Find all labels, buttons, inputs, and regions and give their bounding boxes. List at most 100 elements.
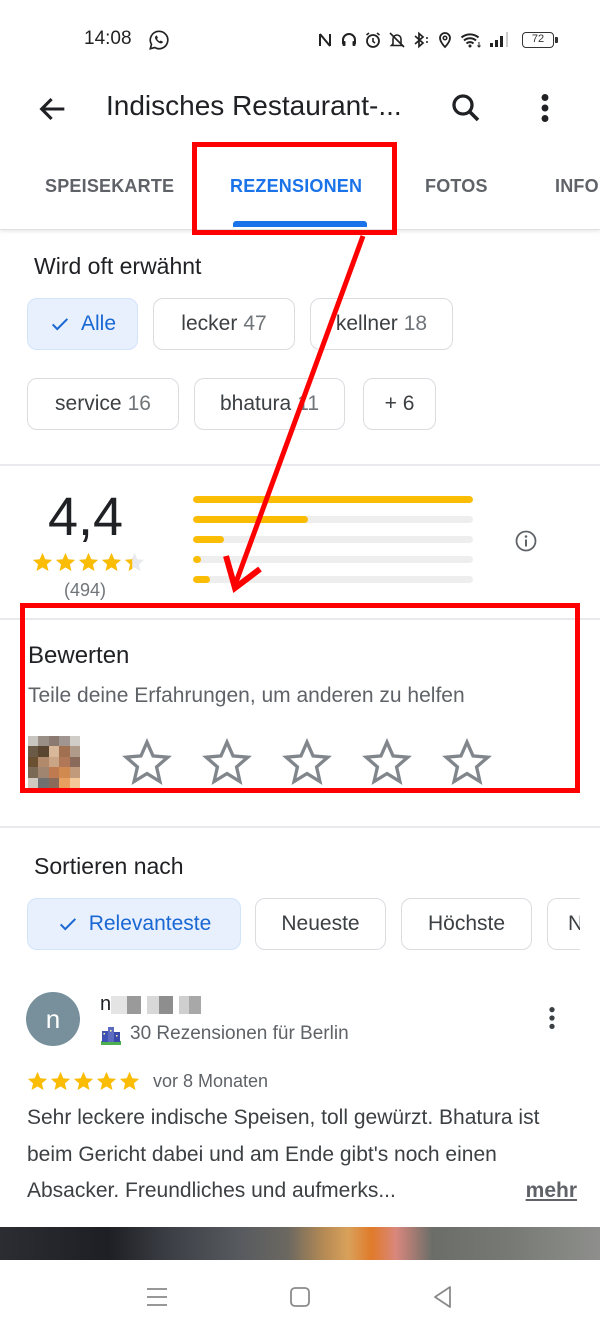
tab-photos[interactable]: FOTOS xyxy=(425,176,488,197)
avatar-pixel xyxy=(38,767,49,778)
chip-label: N xyxy=(568,912,584,935)
star-icon xyxy=(124,552,145,572)
chip-kellner[interactable]: kellner 18 xyxy=(310,298,453,350)
chip-more-topics[interactable]: + 6 xyxy=(363,378,436,430)
rating-bar-fill xyxy=(193,576,210,583)
avatar-pixel xyxy=(28,777,39,788)
tab-bar: SPEISEKARTE REZENSIONEN FOTOS INFO xyxy=(0,150,600,230)
rate-title: Bewerten xyxy=(28,642,130,669)
star-icon xyxy=(55,552,76,572)
sort-newest[interactable]: Neueste xyxy=(255,898,386,950)
status-time: 14:08 xyxy=(84,28,132,49)
sort-title: Sortieren nach xyxy=(34,853,184,879)
chip-label: kellner xyxy=(335,312,398,335)
star-icon xyxy=(101,552,122,572)
nfc-icon xyxy=(319,33,331,47)
rate-star-icon-4[interactable] xyxy=(362,738,412,788)
star-icon xyxy=(50,1071,71,1091)
star-icon xyxy=(73,1071,94,1091)
tab-reviews[interactable]: REZENSIONEN xyxy=(230,176,362,197)
sort-relevant[interactable]: Relevanteste xyxy=(27,898,241,950)
active-tab-indicator xyxy=(233,221,367,227)
check-icon xyxy=(59,918,76,931)
app-bar: Indisches Restaurant-... xyxy=(0,80,600,136)
reviewer-meta-text: 30 Rezensionen für Berlin xyxy=(130,1023,349,1044)
chip-count: 47 xyxy=(243,312,267,335)
review-body: Sehr leckere indische Speisen, toll gewü… xyxy=(27,1106,540,1202)
search-icon[interactable] xyxy=(448,90,484,126)
reviewer-name[interactable]: n xyxy=(100,993,202,1016)
chip-bhatura[interactable]: bhatura 11 xyxy=(194,378,345,430)
avatar-pixel xyxy=(28,736,39,747)
bluetooth-icon xyxy=(414,31,428,49)
chip-lecker[interactable]: lecker 47 xyxy=(153,298,295,350)
page-title: Indisches Restaurant-... xyxy=(106,90,402,121)
mentions-title: Wird oft erwähnt xyxy=(34,253,202,279)
review-photo[interactable] xyxy=(0,1227,600,1260)
redacted xyxy=(189,995,202,1014)
more-link[interactable]: mehr xyxy=(526,1173,577,1210)
redacted xyxy=(147,995,160,1014)
battery-icon: 72 xyxy=(522,32,558,48)
avatar-pixel xyxy=(69,767,80,778)
reviewer-avatar[interactable]: n xyxy=(26,992,80,1046)
rating-bar-4 xyxy=(193,516,473,523)
review-text: Sehr leckere indische Speisen, toll gewü… xyxy=(27,1100,577,1210)
average-stars xyxy=(31,551,146,574)
tab-menu[interactable]: SPEISEKARTE xyxy=(45,176,174,197)
review-count: (494) xyxy=(64,580,107,600)
system-nav-bar xyxy=(0,1260,600,1333)
rate-star-icon-2[interactable] xyxy=(202,738,252,788)
avatar-pixel xyxy=(59,736,70,747)
avatar-pixel xyxy=(48,767,60,778)
rating-distribution xyxy=(193,496,473,596)
home-icon[interactable] xyxy=(287,1284,313,1310)
reviewer-name-text: n xyxy=(100,993,112,1015)
rate-star-icon-5[interactable] xyxy=(442,738,492,788)
avatar-pixel xyxy=(48,777,60,788)
info-icon[interactable] xyxy=(514,529,538,553)
chip-count: 11 xyxy=(297,392,320,415)
location-icon xyxy=(439,32,451,49)
avatar-pixel xyxy=(69,777,80,788)
rate-star-icon-3[interactable] xyxy=(282,738,332,788)
avatar-pixel xyxy=(38,746,49,757)
avatar-pixel xyxy=(38,777,49,788)
more-vert-icon[interactable] xyxy=(540,1003,564,1033)
rating-bar-1 xyxy=(193,576,473,583)
rating-bar-5 xyxy=(193,496,473,503)
rate-star-icon-1[interactable] xyxy=(122,738,172,788)
wifi-icon xyxy=(460,33,481,48)
divider xyxy=(0,618,600,620)
sort-lowest[interactable]: N xyxy=(547,898,584,950)
more-vert-icon[interactable] xyxy=(530,90,560,126)
avatar-pixel xyxy=(48,746,60,757)
chip-label: service xyxy=(55,392,122,415)
status-bar: 14:08 72 xyxy=(0,0,600,80)
review-stars xyxy=(26,1070,141,1093)
menu-icon[interactable] xyxy=(144,1284,170,1310)
chip-label: bhatura xyxy=(219,392,292,415)
avatar-pixel xyxy=(48,756,60,768)
chip-label: Neueste xyxy=(281,912,360,935)
chip-label: Alle xyxy=(80,312,117,335)
city-icon xyxy=(101,1027,121,1045)
chip-label: Höchste xyxy=(427,912,506,935)
redacted xyxy=(127,995,142,1014)
chip-service[interactable]: service 16 xyxy=(27,378,179,430)
avatar-pixel xyxy=(38,756,49,768)
rating-bar-fill xyxy=(193,496,473,503)
avatar-pixel xyxy=(69,746,80,757)
status-icons: 72 xyxy=(316,29,558,51)
arrow-back-icon[interactable] xyxy=(36,92,70,126)
chip-all[interactable]: Alle xyxy=(27,298,138,350)
avatar-pixel xyxy=(28,756,39,768)
back-triangle-icon[interactable] xyxy=(430,1284,456,1310)
avatar-pixel xyxy=(28,767,39,778)
tab-info[interactable]: INFO xyxy=(555,176,599,197)
avatar-pixel xyxy=(48,736,60,747)
divider xyxy=(0,826,600,828)
redacted xyxy=(159,995,174,1014)
sort-highest[interactable]: Höchste xyxy=(401,898,532,950)
check-icon xyxy=(51,318,69,331)
